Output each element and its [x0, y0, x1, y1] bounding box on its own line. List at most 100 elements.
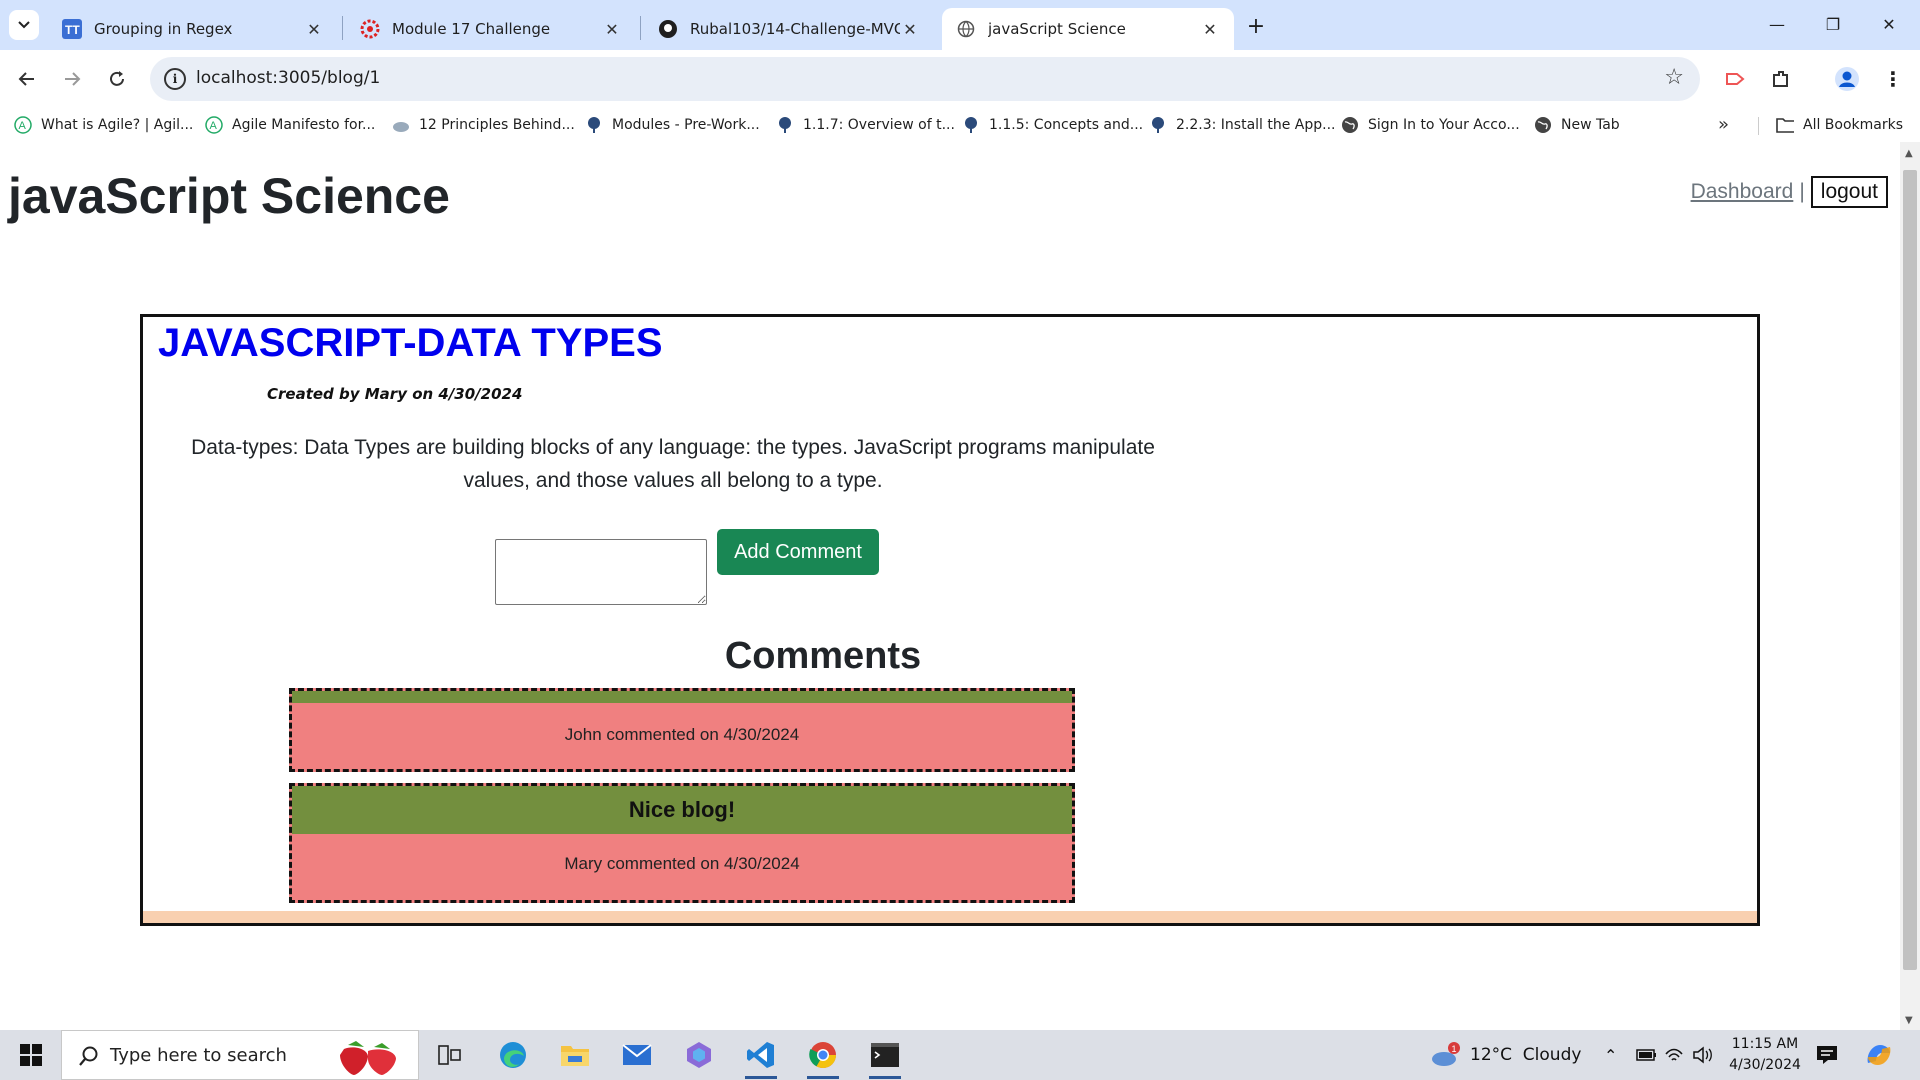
- folder-icon: [1776, 116, 1794, 134]
- bookmark-item[interactable]: Modules - Pre-Work...: [585, 114, 760, 136]
- bookmark-item[interactable]: 1.1.7: Overview of t...: [776, 114, 955, 136]
- chrome-icon[interactable]: [803, 1035, 843, 1079]
- bookmark-item[interactable]: A Agile Manifesto for...: [205, 114, 375, 136]
- bookmark-label: Agile Manifesto for...: [232, 117, 376, 133]
- scroll-up-icon[interactable]: ▲: [1905, 148, 1913, 159]
- globe-icon: [956, 19, 976, 39]
- post-title: JAVASCRIPT-DATA TYPES: [158, 321, 663, 365]
- restore-button[interactable]: ❐: [1810, 8, 1856, 40]
- close-icon[interactable]: ✕: [304, 19, 324, 39]
- search-placeholder: Type here to search: [110, 1045, 287, 1066]
- reload-button[interactable]: [100, 62, 134, 96]
- notification-icon[interactable]: [1816, 1030, 1838, 1080]
- bookmark-label: What is Agile? | Agil...: [41, 117, 194, 133]
- battery-icon[interactable]: [1636, 1030, 1658, 1080]
- all-bookmarks-button[interactable]: All Bookmarks: [1776, 114, 1903, 136]
- weather-widget[interactable]: 1 12°C Cloudy: [1430, 1030, 1581, 1080]
- vscode-icon[interactable]: [741, 1035, 781, 1079]
- site-nav: Dashboard | logout: [1691, 176, 1888, 208]
- bookmark-label: 12 Principles Behind...: [419, 117, 575, 133]
- site-info-icon[interactable]: i: [164, 68, 186, 90]
- site-title: javaScript Science: [8, 168, 450, 224]
- chevron-down-icon: [18, 21, 30, 29]
- tab-title: javaScript Science: [988, 20, 1126, 38]
- agile-icon: A: [205, 116, 223, 134]
- copilot-app-icon[interactable]: [679, 1035, 719, 1075]
- bookmark-label: 1.1.5: Concepts and...: [989, 117, 1144, 133]
- search-icon: [79, 1046, 98, 1066]
- scroll-down-icon[interactable]: ▼: [1905, 1015, 1913, 1026]
- start-button[interactable]: [10, 1038, 52, 1072]
- all-bookmarks-label: All Bookmarks: [1803, 117, 1904, 133]
- comment-textarea[interactable]: [495, 539, 707, 605]
- bookmark-item[interactable]: New Tab: [1534, 114, 1620, 136]
- arrow-right-icon: [65, 72, 81, 86]
- bookmark-star-icon[interactable]: ☆: [1664, 65, 1684, 90]
- copilot-icon[interactable]: [1864, 1030, 1894, 1080]
- comment-card: John commented on 4/30/2024: [289, 688, 1075, 772]
- back-button[interactable]: [10, 62, 44, 96]
- svg-text:TT: TT: [65, 23, 80, 37]
- bookmark-label: New Tab: [1561, 117, 1620, 133]
- bookmark-item[interactable]: 12 Principles Behind...: [392, 114, 575, 136]
- address-bar[interactable]: i localhost:3005/blog/1 ☆: [150, 57, 1700, 101]
- wifi-icon[interactable]: [1664, 1030, 1684, 1080]
- tab-strip: TT Grouping in Regex ✕ Module 17 Challen…: [0, 0, 1920, 50]
- minimize-button[interactable]: —: [1754, 8, 1800, 40]
- comment-card: Nice blog! Mary commented on 4/30/2024: [289, 783, 1075, 903]
- bookmark-item[interactable]: 1.1.5: Concepts and...: [962, 114, 1143, 136]
- weather-text: 12°C Cloudy: [1470, 1045, 1582, 1065]
- tab-module-17-challenge[interactable]: Module 17 Challenge ✕: [346, 8, 636, 50]
- logout-button[interactable]: logout: [1810, 176, 1888, 208]
- taskbar-search[interactable]: Type here to search: [61, 1030, 419, 1080]
- file-explorer-icon[interactable]: [555, 1035, 595, 1075]
- bookmark-item[interactable]: 2.2.3: Install the App...: [1149, 114, 1336, 136]
- new-tab-button[interactable]: +: [1242, 12, 1270, 40]
- globe-icon: [1534, 116, 1552, 134]
- page-scrollbar[interactable]: ▲ ▼: [1900, 142, 1920, 1030]
- volume-icon[interactable]: [1692, 1030, 1714, 1080]
- forward-button[interactable]: [55, 62, 89, 96]
- bookmark-item[interactable]: A What is Agile? | Agil...: [14, 114, 193, 136]
- bookmark-item[interactable]: Sign In to Your Acco...: [1341, 114, 1520, 136]
- tab-grouping-in-regex[interactable]: TT Grouping in Regex ✕: [48, 8, 338, 50]
- tray-overflow-icon[interactable]: ⌃: [1604, 1030, 1617, 1080]
- menu-kebab-icon[interactable]: ⋮: [1878, 64, 1908, 94]
- tab-javascript-science[interactable]: javaScript Science ✕: [942, 8, 1234, 50]
- reload-icon: [110, 71, 124, 86]
- tab-separator: [342, 16, 343, 40]
- terminal-icon[interactable]: [865, 1035, 905, 1079]
- bookmarks-overflow-icon[interactable]: »: [1718, 114, 1729, 135]
- close-window-button[interactable]: ✕: [1866, 8, 1912, 40]
- scrollbar-thumb[interactable]: [1903, 170, 1917, 970]
- tree-icon: [776, 116, 794, 134]
- task-view-icon[interactable]: [430, 1035, 470, 1075]
- mail-icon[interactable]: [617, 1035, 657, 1075]
- tab-search-button[interactable]: [9, 10, 39, 40]
- post-meta: Created by Mary on 4/30/2024: [267, 385, 523, 403]
- tab-title: Grouping in Regex: [94, 20, 233, 38]
- agile-icon: A: [14, 116, 32, 134]
- dashboard-link[interactable]: Dashboard: [1691, 180, 1794, 204]
- taskbar-clock[interactable]: 11:15 AM 4/30/2024: [1724, 1034, 1806, 1076]
- weather-badge: 1: [1452, 1044, 1457, 1054]
- close-icon[interactable]: ✕: [1200, 19, 1220, 39]
- profile-avatar-icon[interactable]: [1832, 64, 1862, 94]
- blog-post-card: JAVASCRIPT-DATA TYPES Created by Mary on…: [140, 314, 1760, 926]
- cloud-icon: [392, 116, 410, 134]
- close-icon[interactable]: ✕: [900, 19, 920, 39]
- cast-icon[interactable]: [1720, 64, 1750, 94]
- tab-title: Rubal103/14-Challenge-MVC-T: [690, 20, 900, 38]
- clock-time: 11:15 AM: [1731, 1036, 1799, 1052]
- clock-date: 4/30/2024: [1729, 1057, 1801, 1073]
- comment-meta: John commented on 4/30/2024: [564, 725, 800, 744]
- comment-meta: Mary commented on 4/30/2024: [564, 854, 800, 873]
- bookmark-label: 1.1.7: Overview of t...: [803, 117, 955, 133]
- edge-icon[interactable]: [493, 1035, 533, 1075]
- add-comment-button[interactable]: Add Comment: [717, 529, 879, 575]
- extensions-icon[interactable]: [1766, 64, 1796, 94]
- nav-separator: |: [1799, 180, 1805, 203]
- tab-github-repo[interactable]: Rubal103/14-Challenge-MVC-T ✕: [644, 8, 934, 50]
- close-icon[interactable]: ✕: [602, 19, 622, 39]
- cloud-icon: 1: [1432, 1042, 1460, 1066]
